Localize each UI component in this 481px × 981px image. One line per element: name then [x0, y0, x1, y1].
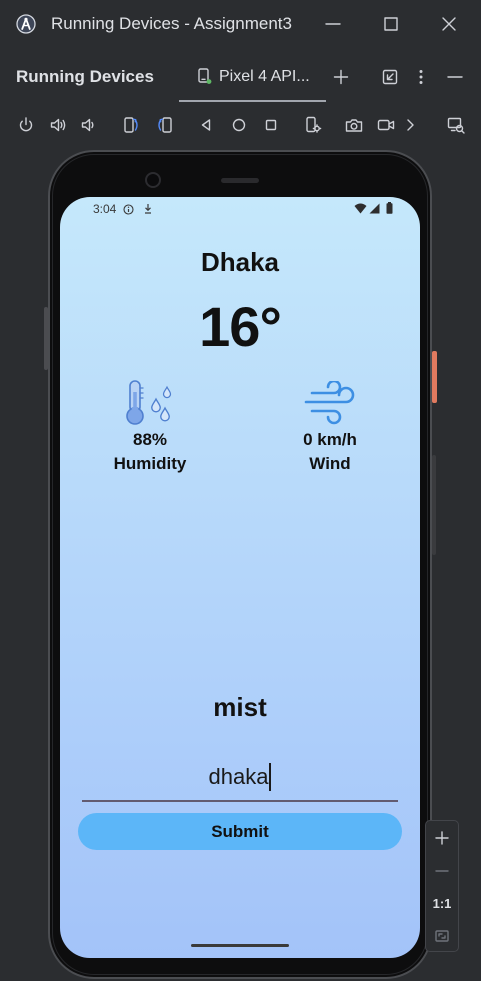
front-camera	[145, 172, 161, 188]
fit-screen-icon[interactable]	[435, 929, 449, 943]
device-toolbar	[0, 104, 481, 146]
city-input-text: dhaka	[208, 764, 269, 789]
tool-window-title: Running Devices	[16, 67, 154, 86]
tab-device[interactable]: Pixel 4 API...	[179, 48, 326, 104]
battery-icon	[386, 202, 393, 214]
zoom-controls: 1:1	[425, 820, 459, 952]
wind-value: 0 km/h	[303, 430, 357, 449]
earpiece-speaker	[221, 178, 259, 183]
gesture-nav-handle[interactable]	[191, 944, 289, 947]
android-studio-window: Running Devices - Assignment3 Running De…	[0, 0, 481, 981]
tab-label: Pixel 4 API...	[219, 68, 310, 85]
more-vertical-icon[interactable]	[413, 69, 429, 85]
city-name: Dhaka	[200, 247, 280, 277]
zoom-out-icon[interactable]	[435, 864, 449, 878]
wind-label: Wind	[309, 454, 351, 473]
power-button[interactable]	[432, 351, 437, 403]
actual-size-button[interactable]: 1:1	[426, 894, 458, 914]
download-icon	[145, 204, 151, 214]
screen-record-icon[interactable]	[377, 116, 395, 134]
wifi-icon	[354, 203, 367, 214]
android-studio-icon	[16, 14, 36, 34]
city-input[interactable]: dhaka	[82, 757, 398, 802]
back-icon[interactable]	[197, 116, 215, 134]
volume-down-icon[interactable]	[80, 116, 98, 134]
overview-icon[interactable]	[262, 116, 280, 134]
add-tab-icon[interactable]	[333, 69, 349, 85]
device-settings-icon[interactable]	[304, 116, 322, 134]
volume-rocker[interactable]	[432, 455, 436, 555]
status-time: 3:04	[93, 202, 117, 216]
submit-button[interactable]: Submit	[78, 813, 402, 850]
screenshot-icon[interactable]	[345, 116, 363, 134]
device-icon	[198, 68, 212, 84]
cell-signal-icon	[369, 203, 380, 214]
humidity-label: Humidity	[113, 454, 187, 473]
minimize-icon[interactable]	[325, 16, 341, 32]
tool-window-header: Running Devices Pixel 4 API...	[0, 48, 481, 104]
humidity-icon	[126, 380, 172, 425]
temperature: 16°	[199, 295, 282, 358]
device-screen[interactable]: 3:04 Dhaka 16° 88% Humidity 0 km/h Wind …	[60, 197, 420, 958]
zoom-in-icon[interactable]	[435, 831, 449, 845]
close-icon[interactable]	[441, 16, 457, 32]
chevron-right-icon[interactable]	[401, 116, 419, 134]
volume-up-icon[interactable]	[49, 116, 67, 134]
tab-selected-underline	[179, 100, 326, 102]
side-button-left[interactable]	[44, 307, 48, 370]
maximize-icon[interactable]	[383, 16, 399, 32]
layout-inspector-icon[interactable]	[447, 116, 465, 134]
wind-icon	[304, 381, 355, 425]
window-title: Running Devices - Assignment3	[51, 14, 292, 33]
text-cursor	[269, 763, 272, 791]
hide-icon[interactable]	[447, 69, 463, 85]
weather-condition: mist	[213, 692, 267, 722]
rotate-left-icon[interactable]	[122, 116, 140, 134]
submit-button-label: Submit	[211, 822, 269, 841]
humidity-value: 88%	[132, 430, 168, 449]
restore-icon[interactable]	[382, 69, 398, 85]
home-icon[interactable]	[230, 116, 248, 134]
rotate-right-icon[interactable]	[156, 116, 174, 134]
power-icon[interactable]	[17, 116, 35, 134]
info-icon	[123, 204, 134, 215]
title-bar: Running Devices - Assignment3	[0, 0, 481, 48]
